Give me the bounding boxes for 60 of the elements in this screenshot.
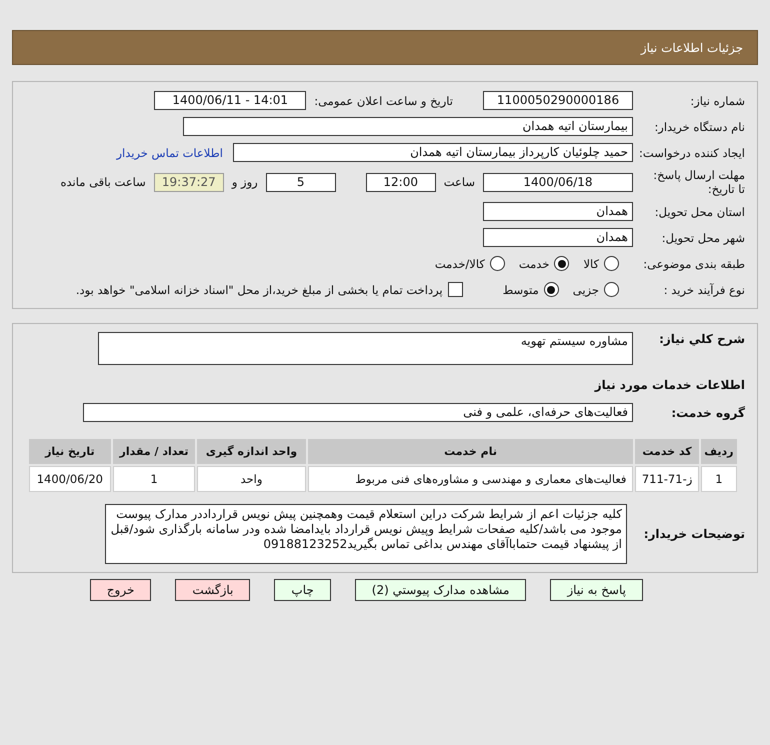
field-label: گروه خدمت: — [670, 406, 745, 420]
city-field: همدان — [483, 228, 633, 247]
radio-button[interactable] — [604, 282, 619, 297]
table-cell: واحد — [197, 466, 306, 492]
action-button[interactable]: چاپ — [274, 579, 331, 601]
field-label: ایجاد کننده درخواست: — [638, 146, 745, 160]
deadline-date-field: 1400/06/18 — [483, 172, 633, 192]
table-cell: 1400/06/20 — [29, 466, 111, 492]
days-label: روز و — [232, 175, 258, 189]
checkbox[interactable] — [448, 282, 463, 297]
radio-label: خدمت — [518, 256, 550, 270]
remaining-time-field: 19:37:27 — [154, 172, 224, 192]
field-label: تاریخ و ساعت اعلان عمومی: — [314, 94, 453, 108]
table-cell: 1 — [112, 466, 196, 492]
column-header: واحد اندازه گیری — [197, 439, 306, 464]
radio-button[interactable] — [604, 256, 619, 271]
remaining-label: ساعت باقی مانده — [60, 175, 146, 189]
days-field: 5 — [266, 172, 336, 192]
column-header: کد خدمت — [635, 439, 699, 464]
time-label: ساعت — [444, 175, 475, 189]
field-label: طبقه بندی موضوعی: — [642, 256, 745, 270]
table-cell: ز-71-711 — [635, 466, 699, 492]
column-header: تاریخ نیاز — [29, 439, 111, 464]
field-label: مهلت ارسال پاسخ: تا تاریخ: — [652, 168, 745, 196]
column-header: نام خدمت — [308, 439, 634, 464]
radio-button[interactable] — [554, 256, 570, 271]
need-number-field: 1100050290000186 — [483, 91, 633, 110]
column-header: تعداد / مقدار — [112, 439, 196, 464]
column-header: ردیف — [700, 439, 737, 464]
field-label: توضیحات خریدار: — [642, 527, 745, 541]
action-button[interactable]: خروج — [90, 579, 152, 601]
field-label: شهر محل تحویل: — [660, 230, 745, 244]
action-button[interactable]: مشاهده مدارک پیوستي (2) — [354, 579, 526, 601]
buyer-org-field: بیمارستان اتیه همدان — [183, 117, 633, 136]
field-label: شماره نیاز: — [689, 94, 745, 108]
field-label: نوع فرآیند خرید : — [662, 282, 745, 296]
page-title: جزئیات اطلاعات نیاز — [640, 40, 743, 54]
action-button[interactable]: پاسخ به نیاز — [550, 579, 643, 601]
contact-link[interactable]: اطلاعات تماس خریدار — [116, 146, 223, 160]
action-button[interactable]: بازگشت — [175, 579, 250, 601]
radio-label: جزیی — [572, 282, 599, 296]
field-label: استان محل تحویل: — [654, 204, 745, 218]
radio-label: متوسط — [502, 282, 539, 296]
buyer-notes-field: کلیه جزئیات اعم از شرایط شرکت دراین استعلام قیمت وهمچنین پیش نویس قرارداددر مدارک پیوست موجود می باشد/کلیه صفحات شرایط وپیش نویس قرارداد بایدامضا شده ودر سامانه بارگذاری شود/قبل از پیشنهاد قیمت حتماباآقای مهندس بداغی تماس بگیرید09188123252 — [105, 504, 627, 564]
service-group-field: فعالیت‌های حرفه‌ای، علمی و فنی — [83, 403, 633, 422]
table-cell: 1 — [700, 466, 737, 492]
checkbox-label: پرداخت تمام یا بخشی از مبلغ خرید،از محل "اسناد خزانه اسلامی" خواهد بود. — [76, 282, 443, 296]
section-title: اطلاعات خدمات مورد نیاز — [594, 376, 745, 392]
province-field: همدان — [483, 202, 633, 221]
announce-date-field: 1400/06/11 - 14:01 — [154, 91, 306, 110]
radio-button[interactable] — [544, 282, 559, 297]
requester-field: حمید چلوئیان کارپرداز بیمارستان اتیه همدان — [233, 143, 633, 162]
radio-label: کالا/خدمت — [434, 256, 485, 270]
radio-label: کالا — [583, 256, 599, 270]
table-cell: فعالیت‌های معماری و مهندسی و مشاوره‌های فنی مربوط — [308, 466, 634, 492]
radio-button[interactable] — [490, 256, 505, 271]
deadline-time-field: 12:00 — [366, 172, 436, 192]
field-label: نام دستگاه خریدار: — [653, 120, 745, 134]
summary-field: مشاوره سیستم تهویه — [98, 332, 633, 365]
field-label: شرح کلي نياز: — [658, 332, 745, 346]
